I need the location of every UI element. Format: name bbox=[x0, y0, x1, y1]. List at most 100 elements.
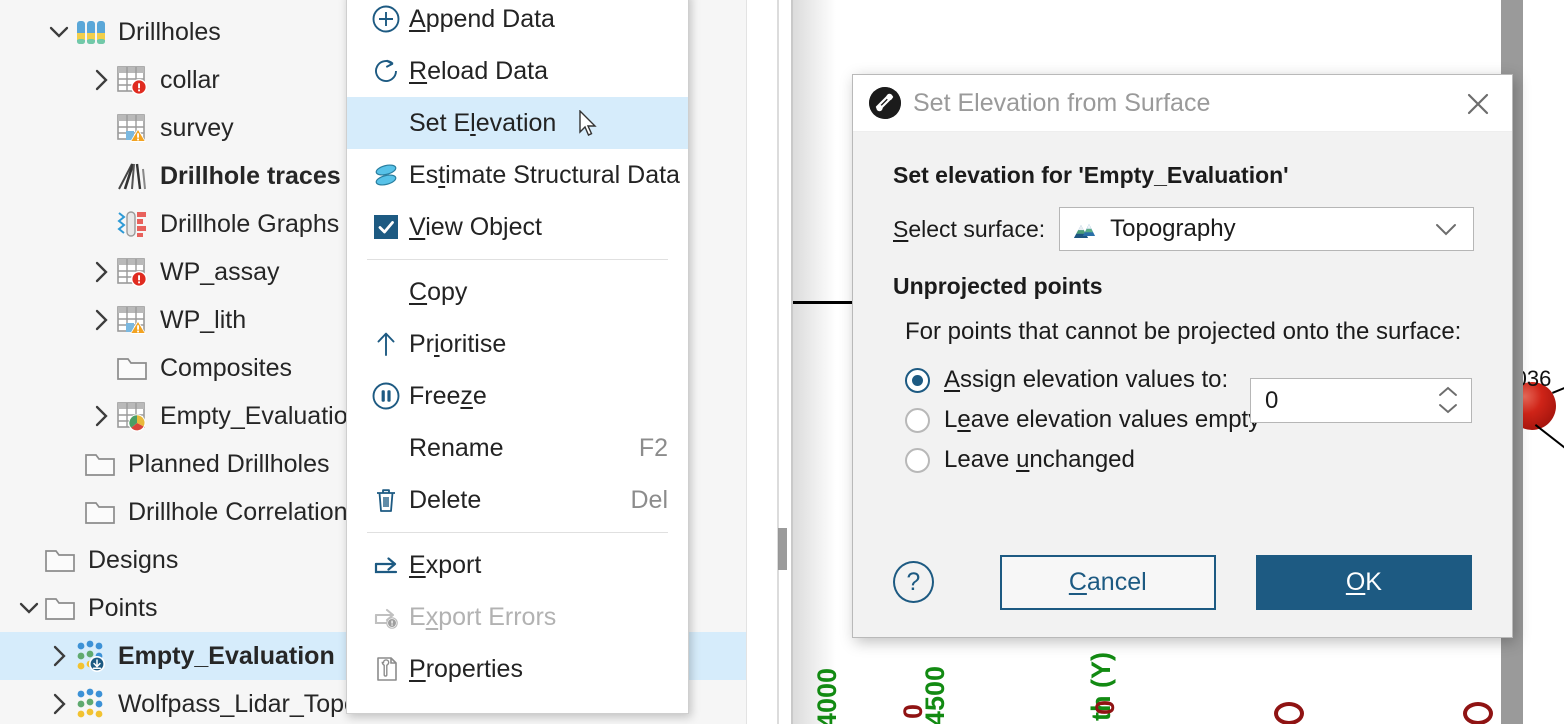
viewport-edge-shading bbox=[790, 0, 836, 724]
twisty-down-icon[interactable] bbox=[44, 17, 74, 47]
cancel-button[interactable]: Cancel bbox=[999, 554, 1216, 610]
surface-row: Select surface: Topography bbox=[893, 207, 1474, 251]
tree-item-label: Drillholes bbox=[118, 17, 221, 46]
spinner-arrows[interactable] bbox=[1435, 383, 1461, 417]
folder-icon bbox=[116, 351, 150, 385]
menu-item-label: Append Data bbox=[409, 4, 555, 33]
radio-button[interactable] bbox=[905, 447, 930, 473]
table-error-icon bbox=[116, 255, 150, 289]
menu-item-estimate-structural-data[interactable]: Estimate Structural Data bbox=[347, 149, 688, 201]
ok-label-rest: K bbox=[1365, 567, 1382, 596]
menu-item-prioritise[interactable]: Prioritise bbox=[347, 318, 688, 370]
axis-tick-label: 0 bbox=[1090, 700, 1120, 716]
axis-tick-label: 4000 bbox=[812, 668, 842, 724]
dialog-title: Set Elevation from Surface bbox=[913, 88, 1211, 117]
context-menu[interactable]: Append Data Reload Data Set Elevation Estim… bbox=[346, 0, 689, 714]
menu-separator bbox=[367, 532, 668, 533]
menu-item-label: Export Errors bbox=[409, 602, 557, 631]
dialog-body: Set elevation for 'Empty_Evaluation' Sel… bbox=[853, 132, 1512, 480]
graphs-icon bbox=[116, 207, 150, 241]
menu-item-label: Export bbox=[409, 550, 482, 579]
tree-item-label: Composites bbox=[160, 353, 292, 382]
tree-item-label: WP_assay bbox=[160, 257, 280, 286]
folder-icon bbox=[44, 543, 78, 577]
tree-item-label: Designs bbox=[88, 545, 179, 574]
axis-tick-label bbox=[1274, 702, 1304, 724]
tree-item-label: Points bbox=[88, 593, 158, 622]
table-error-icon bbox=[116, 63, 150, 97]
select-surface-label-rest: elect surface: bbox=[908, 215, 1046, 242]
tree-item-label: Drillhole Graphs bbox=[160, 209, 340, 238]
menu-item-delete[interactable]: Delete Del bbox=[347, 474, 688, 526]
drillhole-trace-line bbox=[1552, 362, 1564, 394]
points-download-icon bbox=[74, 639, 108, 673]
menu-item-label: Freeze bbox=[409, 381, 487, 410]
chevron-up-icon[interactable] bbox=[1435, 383, 1461, 400]
tree-scrollbar-track[interactable] bbox=[747, 0, 1523, 724]
table-eval-icon bbox=[116, 399, 150, 433]
menu-item-freeze[interactable]: Freeze bbox=[347, 370, 688, 422]
menu-item-view-object[interactable]: View Object bbox=[347, 201, 688, 253]
menu-item-set-elevation[interactable]: Set Elevation bbox=[347, 97, 688, 149]
trash-icon bbox=[363, 484, 409, 516]
axis-tick-label: 4500 bbox=[920, 666, 950, 724]
help-button[interactable]: ? bbox=[893, 561, 934, 603]
dialog-heading: Set elevation for 'Empty_Evaluation' bbox=[893, 162, 1289, 188]
structural-icon bbox=[363, 159, 409, 191]
up-arrow-icon bbox=[363, 328, 409, 360]
tree-item-label: Empty_Evaluation bbox=[118, 641, 335, 670]
set-elevation-dialog[interactable]: Set Elevation from Surface Set elevation… bbox=[852, 74, 1513, 638]
tree-item-label: Drillhole traces bbox=[160, 161, 341, 190]
drillhole-trace-line bbox=[1534, 424, 1564, 518]
menu-item-rename[interactable]: Rename F2 bbox=[347, 422, 688, 474]
properties-icon bbox=[363, 653, 409, 685]
menu-item-copy[interactable]: Copy bbox=[347, 266, 688, 318]
close-icon[interactable] bbox=[1462, 88, 1494, 120]
twisty-right-icon[interactable] bbox=[86, 305, 116, 335]
radio-button[interactable] bbox=[905, 367, 930, 393]
surface-dropdown[interactable]: Topography bbox=[1059, 207, 1474, 251]
twisty-placeholder bbox=[86, 113, 116, 143]
menu-item-label: Copy bbox=[409, 277, 468, 306]
ok-button[interactable]: OK bbox=[1255, 554, 1472, 610]
menu-item-export-errors: Export Errors bbox=[347, 591, 688, 643]
elevation-value-spinner[interactable]: 0 bbox=[1250, 378, 1472, 423]
twisty-right-icon[interactable] bbox=[86, 65, 116, 95]
menu-item-label: Delete bbox=[409, 485, 482, 514]
menu-separator bbox=[367, 259, 668, 260]
twisty-right-icon[interactable] bbox=[44, 641, 74, 671]
plus-circle-icon bbox=[363, 3, 409, 35]
twisty-right-icon[interactable] bbox=[44, 689, 74, 719]
accel-char: O bbox=[1345, 567, 1366, 596]
radio-button[interactable] bbox=[905, 407, 930, 433]
twisty-placeholder bbox=[54, 497, 84, 527]
tree-item-label: WP_lith bbox=[160, 305, 247, 334]
twisty-right-icon[interactable] bbox=[86, 401, 116, 431]
tree-item-label: collar bbox=[160, 65, 220, 94]
menu-item-shortcut: Del bbox=[630, 485, 668, 514]
menu-item-reload-data[interactable]: Reload Data bbox=[347, 45, 688, 97]
twisty-right-icon[interactable] bbox=[86, 257, 116, 287]
panel-splitter[interactable] bbox=[777, 0, 793, 724]
chevron-down-icon[interactable] bbox=[1435, 400, 1461, 417]
menu-item-properties[interactable]: Properties bbox=[347, 643, 688, 695]
tree-item-label: Drillhole Correlation bbox=[128, 497, 348, 526]
chevron-down-icon[interactable] bbox=[1433, 220, 1459, 240]
dialog-titlebar[interactable]: Set Elevation from Surface bbox=[853, 75, 1512, 132]
spinner-value[interactable]: 0 bbox=[1251, 387, 1278, 415]
menu-item-export[interactable]: Export bbox=[347, 539, 688, 591]
menu-item-label: Properties bbox=[409, 654, 523, 683]
dialog-button-bar: ? Cancel OK bbox=[853, 527, 1512, 637]
points-icon bbox=[74, 687, 108, 721]
splitter-grip-icon[interactable] bbox=[778, 528, 787, 570]
menu-item-label: Prioritise bbox=[409, 329, 507, 358]
menu-item-label: View Object bbox=[409, 212, 542, 241]
twisty-down-icon[interactable] bbox=[14, 593, 44, 623]
twisty-placeholder bbox=[86, 161, 116, 191]
radio-leave-unchanged[interactable]: Leave unchanged bbox=[905, 440, 1474, 480]
export-errors-icon bbox=[363, 601, 409, 633]
cancel-label-rest: ancel bbox=[1086, 567, 1147, 596]
table-warning-icon bbox=[116, 303, 150, 337]
twisty-placeholder bbox=[14, 545, 44, 575]
menu-item-append-data[interactable]: Append Data bbox=[347, 0, 688, 45]
